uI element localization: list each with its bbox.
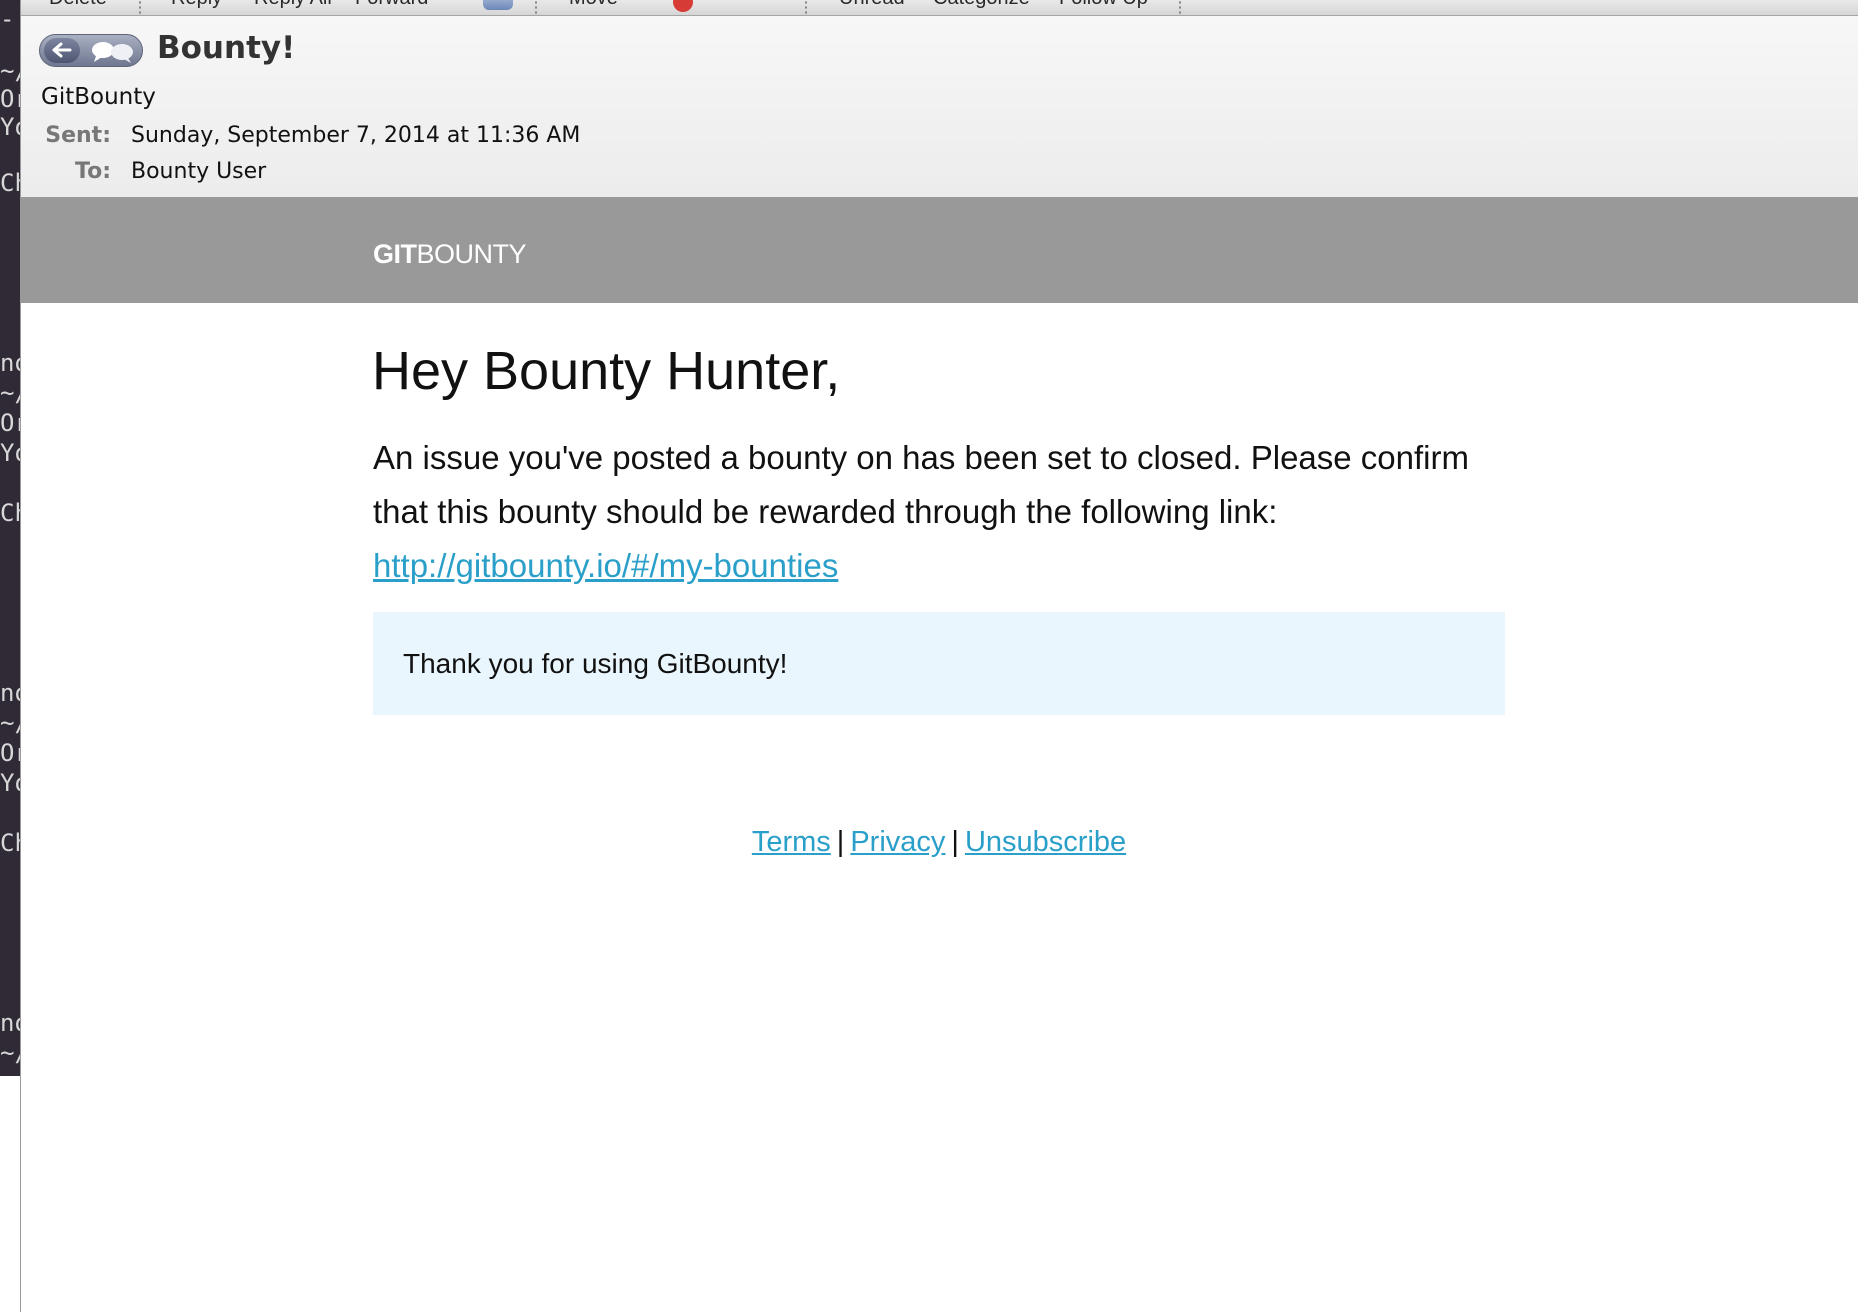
toolbar-separator: [535, 0, 537, 15]
terminal-line: Yo: [0, 769, 20, 797]
sent-label: Sent:: [45, 123, 111, 148]
email-greeting: Hey Bounty Hunter,: [372, 341, 841, 401]
logo-bold-part: GIT: [373, 239, 417, 269]
terminal-line: ~/: [0, 1039, 20, 1067]
terminal-line: no: [0, 349, 20, 377]
reply-all-button[interactable]: Reply All: [254, 0, 332, 10]
terminal-line: ~/: [0, 379, 20, 407]
terminal-line: no: [0, 679, 20, 707]
message-sender[interactable]: GitBounty: [41, 84, 156, 110]
junk-icon[interactable]: [673, 0, 693, 12]
terminal-line: no: [0, 1009, 20, 1037]
mail-message-window: Delete Reply Reply All Forward Move Unre…: [20, 0, 1858, 1312]
footer-separator: |: [951, 826, 959, 858]
my-bounties-link[interactable]: http://gitbounty.io/#/my-bounties: [373, 547, 838, 584]
terminal-line: ~/: [0, 709, 20, 737]
back-arrow-icon[interactable]: [44, 38, 80, 63]
terminal-line: Yo: [0, 113, 20, 141]
thank-you-callout: Thank you for using GitBounty!: [373, 612, 1505, 715]
unread-button[interactable]: Unread: [839, 0, 905, 10]
background-terminal: - ~/ Or Yo Ch no ~/ Or Yo Ch no ~/ Or Yo…: [0, 0, 20, 1076]
unsubscribe-link[interactable]: Unsubscribe: [965, 826, 1126, 858]
email-footer: Terms | Privacy | Unsubscribe: [21, 826, 1857, 859]
terminal-line: Or: [0, 85, 20, 113]
recipient[interactable]: Bounty User: [131, 159, 266, 184]
navigation-pill: [39, 34, 143, 67]
meeting-icon[interactable]: [483, 0, 513, 10]
to-label: To:: [75, 159, 111, 184]
gitbounty-logo: GITBOUNTY: [373, 239, 527, 270]
conversation-icon[interactable]: [90, 41, 136, 68]
terms-link[interactable]: Terms: [752, 826, 831, 858]
callout-text: Thank you for using GitBounty!: [403, 648, 788, 679]
categorize-button[interactable]: Categorize: [933, 0, 1030, 10]
forward-button[interactable]: Forward: [355, 0, 428, 10]
terminal-line: Or: [0, 409, 20, 437]
toolbar-separator: [805, 0, 807, 15]
sent-date: Sunday, September 7, 2014 at 11:36 AM: [131, 123, 581, 148]
toolbar-separator: [139, 0, 141, 15]
logo-light-part: BOUNTY: [416, 239, 527, 269]
delete-button[interactable]: Delete: [49, 0, 107, 10]
email-body-text: An issue you've posted a bounty on has b…: [373, 439, 1469, 530]
email-banner: GITBOUNTY: [21, 197, 1858, 303]
email-body: An issue you've posted a bounty on has b…: [373, 431, 1533, 593]
move-button[interactable]: Move: [569, 0, 618, 10]
terminal-line: ~/: [0, 57, 20, 85]
footer-separator: |: [836, 826, 845, 858]
message-subject: Bounty!: [157, 30, 296, 66]
privacy-link[interactable]: Privacy: [850, 826, 945, 858]
reply-button[interactable]: Reply: [171, 0, 222, 10]
terminal-line: Ch: [0, 169, 20, 197]
message-header: Bounty! GitBounty Sent: Sunday, Septembe…: [21, 16, 1858, 197]
terminal-line: Yo: [0, 439, 20, 467]
toolbar-separator: [1179, 0, 1181, 15]
terminal-line: -: [0, 5, 15, 33]
terminal-line: Or: [0, 739, 20, 767]
follow-up-button[interactable]: Follow Up: [1059, 0, 1148, 10]
terminal-line: Ch: [0, 829, 20, 857]
message-toolbar: Delete Reply Reply All Forward Move Unre…: [21, 0, 1858, 16]
terminal-line: Ch: [0, 499, 20, 527]
